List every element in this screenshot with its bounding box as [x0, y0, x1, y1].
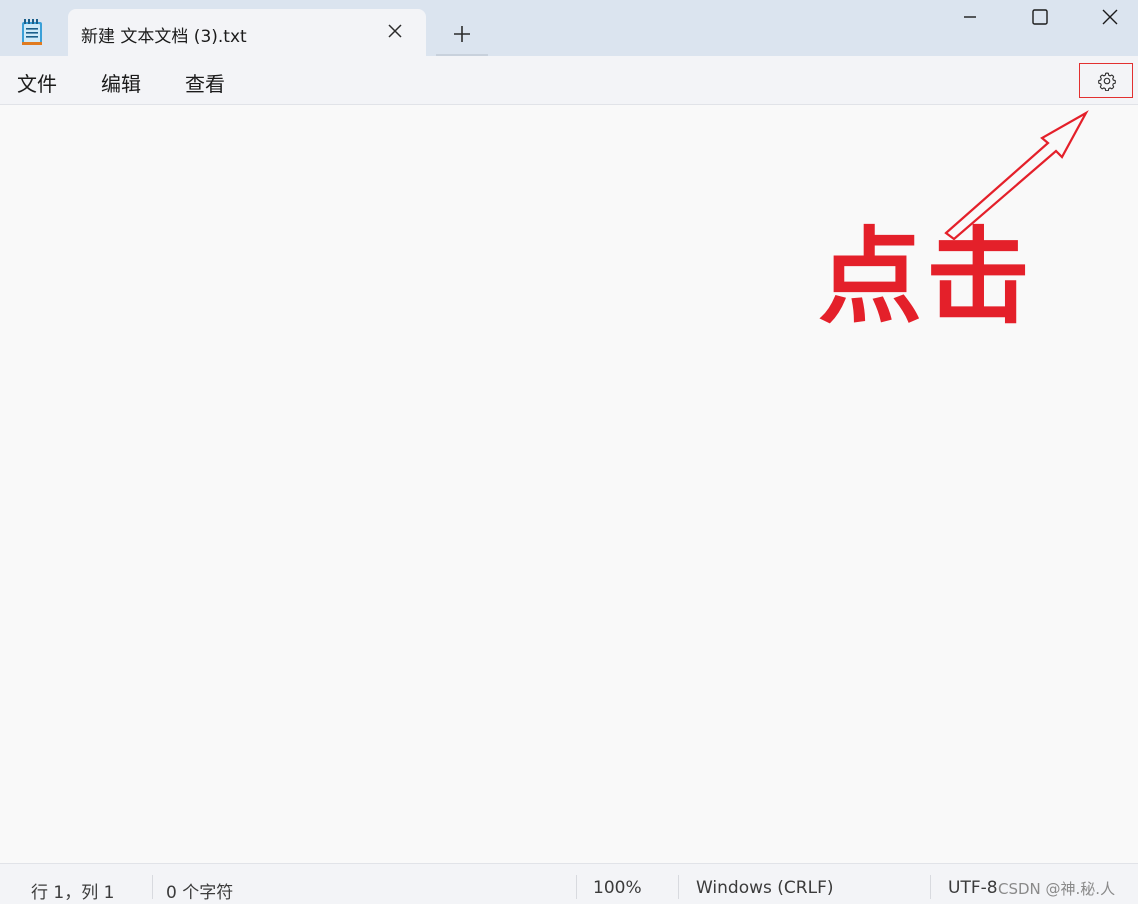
character-count: 0 个字符	[166, 883, 234, 903]
maximize-icon	[1032, 9, 1048, 25]
status-divider	[152, 875, 153, 899]
status-divider	[678, 875, 679, 899]
notepad-icon	[22, 19, 42, 45]
close-icon	[1102, 9, 1118, 25]
tab-title: 新建 文本文档 (3).txt	[81, 27, 247, 47]
close-icon[interactable]	[386, 22, 404, 40]
menu-edit[interactable]: 编辑	[101, 68, 141, 97]
status-divider	[576, 875, 577, 899]
status-bar: 行 1，列 1 0 个字符 100% Windows (CRLF) UTF-8 …	[0, 863, 1138, 904]
maximize-button[interactable]	[1005, 0, 1075, 36]
encoding[interactable]: UTF-8	[948, 878, 998, 898]
gear-icon	[1098, 72, 1116, 91]
title-bar[interactable]: 新建 文本文档 (3).txt	[0, 0, 1138, 56]
menu-file[interactable]: 文件	[17, 68, 57, 97]
watermark: CSDN @神.秘.人	[998, 880, 1116, 898]
minimize-button[interactable]	[935, 0, 1005, 36]
notepad-window: 新建 文本文档 (3).txt 文件 编辑 查看 点击 行 1，列 1 0 个字…	[0, 0, 1138, 904]
line-ending[interactable]: Windows (CRLF)	[696, 878, 834, 898]
menu-view[interactable]: 查看	[185, 68, 225, 97]
zoom-level[interactable]: 100%	[593, 878, 642, 898]
tab-document[interactable]: 新建 文本文档 (3).txt	[68, 9, 426, 56]
plus-icon[interactable]	[448, 20, 476, 48]
status-divider	[930, 875, 931, 899]
menu-bar: 文件 编辑 查看	[0, 56, 1138, 105]
settings-button[interactable]	[1079, 63, 1133, 98]
close-window-button[interactable]	[1075, 0, 1138, 36]
annotation-label: 点击	[818, 216, 1035, 338]
minimize-icon	[964, 16, 976, 18]
cursor-position: 行 1，列 1	[31, 883, 115, 903]
